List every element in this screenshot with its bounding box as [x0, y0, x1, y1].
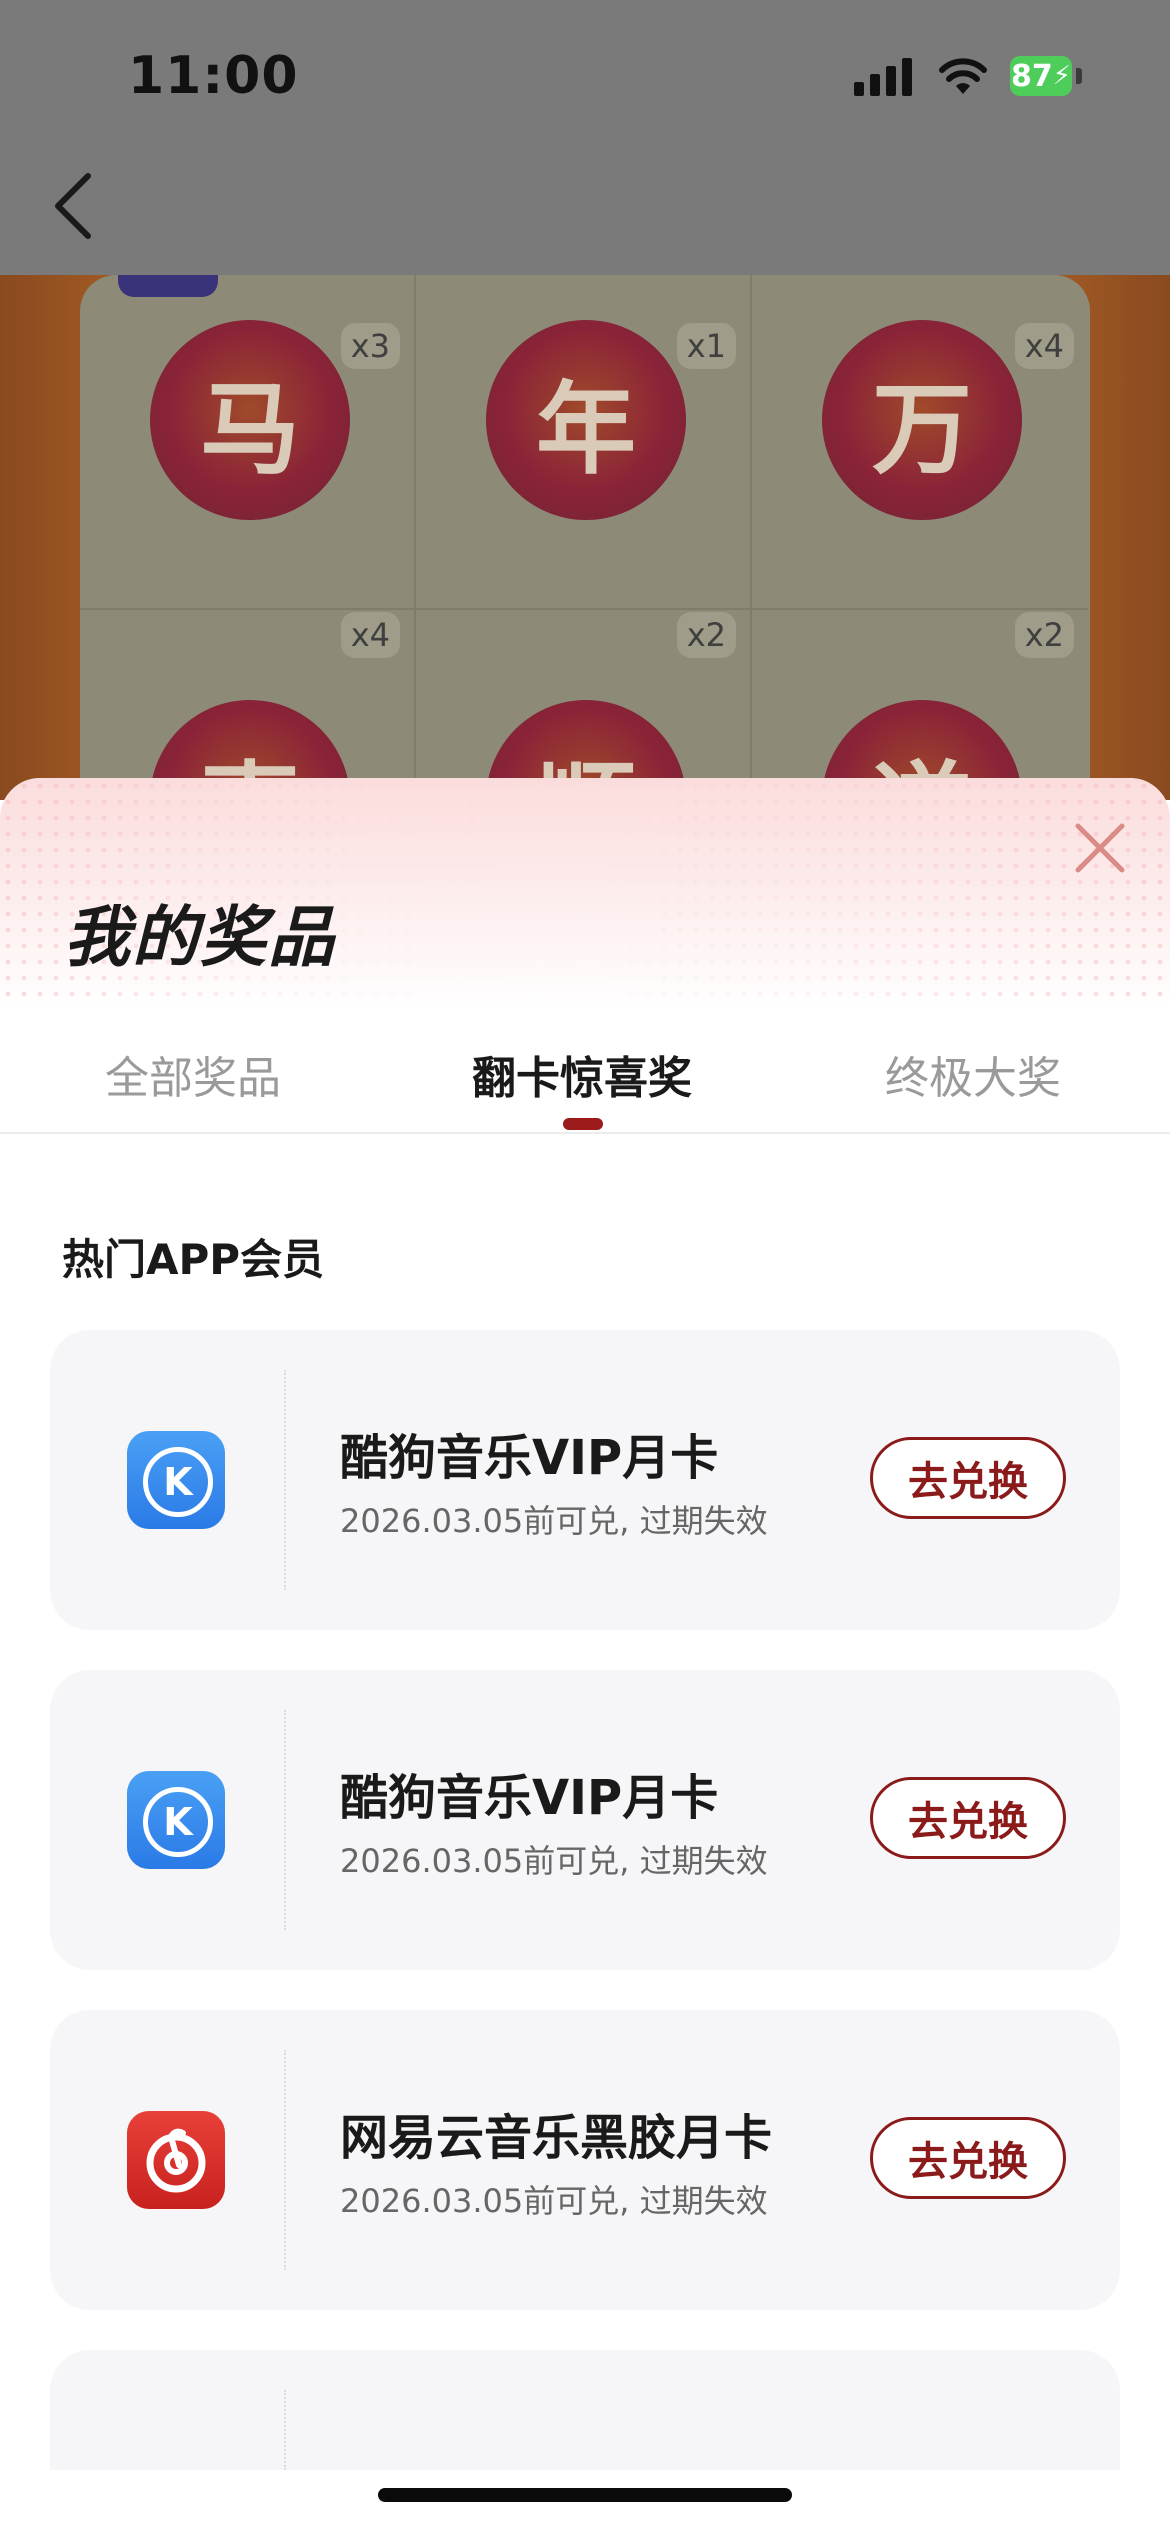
tile-count-badge: x2: [1014, 612, 1074, 658]
card-divider: [284, 2050, 286, 2270]
status-time: 11:00: [128, 46, 299, 106]
character-medal: 马: [150, 320, 350, 520]
wifi-icon: [939, 58, 987, 94]
tile-character: 年: [536, 369, 636, 488]
puzzle-tile: 顺 x2: [416, 610, 752, 800]
card-divider: [284, 1370, 286, 1590]
tab-flip-card-prizes[interactable]: 翻卡惊喜奖: [472, 1042, 692, 1106]
prize-name: 酷狗音乐VIP月卡: [340, 1770, 719, 1826]
background-header: [0, 0, 1170, 275]
kugou-music-icon: K: [127, 1431, 225, 1529]
prize-card: K 酷狗音乐VIP月卡 2026.03.05前可兑, 过期失效 去兑换: [50, 1330, 1120, 1630]
character-medal: 年: [486, 320, 686, 520]
prize-expiry: 2026.03.05前可兑, 过期失效: [340, 2182, 768, 2220]
tile-count-badge: x1: [676, 323, 736, 369]
prize-expiry: 2026.03.05前可兑, 过期失效: [340, 1502, 768, 1540]
puzzle-tile: 马 x3: [80, 275, 416, 610]
card-divider: [284, 1710, 286, 1930]
tab-grand-prizes[interactable]: 终极大奖: [885, 1042, 1061, 1106]
tab-all-prizes[interactable]: 全部奖品: [105, 1042, 281, 1106]
puzzle-tile: 事 x4: [80, 610, 416, 800]
puzzle-tile: 万 x4: [752, 275, 1088, 610]
home-indicator[interactable]: [378, 2488, 792, 2502]
kugou-music-icon: K: [127, 1771, 225, 1869]
section-title: 热门APP会员: [62, 1235, 325, 1284]
character-medal: 万: [822, 320, 1022, 520]
redeem-button[interactable]: 去兑换: [870, 1437, 1066, 1519]
tile-count-badge: x2: [676, 612, 736, 658]
battery-icon: 87 ⚡: [1010, 56, 1072, 96]
prize-name: 网易云音乐黑胶月卡: [340, 2110, 773, 2166]
close-icon[interactable]: [1070, 818, 1130, 878]
battery-tip: [1076, 68, 1082, 84]
redeem-button[interactable]: 去兑换: [870, 1777, 1066, 1859]
card-divider: [284, 2390, 286, 2470]
tile-count-badge: x4: [340, 612, 400, 658]
tile-character: 马: [200, 369, 300, 488]
tile-count-badge: x3: [340, 323, 400, 369]
tile-count-badge: x4: [1014, 323, 1074, 369]
prize-card: K 酷狗音乐VIP月卡 2026.03.05前可兑, 过期失效 去兑换: [50, 1670, 1120, 1970]
prize-sheet: 我的奖品 全部奖品 翻卡惊喜奖 终极大奖 热门APP会员 K 酷狗音乐VIP月卡…: [0, 778, 1170, 2532]
sheet-title: 我的奖品: [64, 899, 336, 976]
prize-tabs: 全部奖品 翻卡惊喜奖 终极大奖: [0, 1008, 1170, 1134]
battery-level: 87: [1010, 58, 1053, 94]
prize-expiry: 2026.03.05前可兑, 过期失效: [340, 1842, 768, 1880]
tab-indicator: [563, 1118, 603, 1130]
netease-cloud-music-icon: [127, 2111, 225, 2209]
back-arrow-icon[interactable]: [40, 160, 110, 250]
puzzle-tile: 年 x1: [416, 275, 752, 610]
puzzle-board: 马 x3 年 x1 万 x4 事 x4 顺 x2 遂 x2: [80, 275, 1090, 800]
recommend-tag: [118, 275, 218, 297]
prize-name: 酷狗音乐VIP月卡: [340, 1430, 719, 1486]
puzzle-tile: 遂 x2: [752, 610, 1088, 800]
prize-card: 网易云音乐黑胶月卡 2026.03.05前可兑, 过期失效 去兑换: [50, 2010, 1120, 2310]
redeem-button[interactable]: 去兑换: [870, 2117, 1066, 2199]
tile-character: 万: [872, 369, 972, 488]
prize-card: [50, 2350, 1120, 2470]
background-page: 马 x3 年 x1 万 x4 事 x4 顺 x2 遂 x2: [0, 0, 1170, 800]
cellular-signal-icon: [854, 58, 912, 96]
